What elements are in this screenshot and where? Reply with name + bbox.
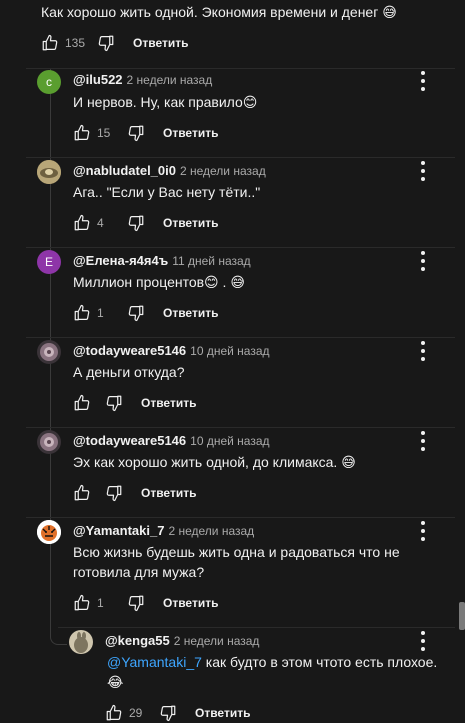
reply-button[interactable]: Ответить [133,36,188,50]
comment-text: И нервов. Ну, как правило😊 [73,94,258,110]
divider [26,68,455,69]
thumb-down-icon[interactable] [159,704,177,722]
divider [26,517,455,518]
like-count: 15 [97,126,111,140]
comment-author[interactable]: @ilu522 [73,72,123,87]
comment-actions: Ответить [73,483,196,503]
comment-time[interactable]: 10 дней назад [190,344,269,358]
thumb-down-icon[interactable] [127,124,145,142]
comment-time[interactable]: 11 дней назад [172,254,250,268]
comment-text-line-1: Всю жизнь будешь жить одна и радоваться … [73,544,400,560]
more-vertical-icon[interactable] [420,250,426,272]
reply-button[interactable]: Ответить [163,126,218,140]
thumb-down-icon[interactable] [127,214,145,232]
reply-button[interactable]: Ответить [195,706,250,720]
comment-author[interactable]: @Yamantaki_7 [73,523,164,538]
more-vertical-icon[interactable] [420,340,426,362]
like-count: 135 [65,36,86,50]
thumb-up-icon[interactable] [105,704,123,722]
avatar[interactable] [37,520,61,544]
scrollbar-thumb[interactable] [459,602,465,630]
comment-time[interactable]: 2 недели назад [180,164,266,178]
thumb-down-icon[interactable] [97,34,115,52]
comment-header: @nabludatel_0i0 2 недели назад [73,163,266,178]
thumb-up-icon[interactable] [73,394,91,412]
mention-link[interactable]: @Yamantaki_7 [107,654,202,670]
reply-button[interactable]: Ответить [163,596,218,610]
comment-text: Ага.. "Если у Вас нету тёти.." [73,184,261,200]
comment-header: @ilu522 2 недели назад [73,72,212,87]
reply-button[interactable]: Ответить [163,216,218,230]
avatar[interactable]: E [37,250,61,274]
more-vertical-icon[interactable] [420,70,426,92]
comment-actions: Ответить [73,393,196,413]
comment-text: Как хорошо жить одной. Экономия времени … [41,4,397,20]
divider [26,247,455,248]
comment-author[interactable]: @kenga55 [105,633,170,648]
comment-time[interactable]: 2 недели назад [168,524,254,538]
reply-button[interactable]: Ответить [163,306,218,320]
comment-author[interactable]: @Елена-я4я4ъ [73,253,168,268]
comment-author[interactable]: @nabludatel_0i0 [73,163,176,178]
comment-author[interactable]: @todayweare5146 [73,343,186,358]
comment-text-rest: как будто в этом чтото есть плохое. [201,654,438,670]
like-count: 1 [97,306,104,320]
avatar[interactable] [37,340,61,364]
thumb-up-icon[interactable] [73,594,91,612]
avatar[interactable] [69,630,93,654]
reply-connector [50,628,67,645]
comment-text: А деньги откуда? [73,364,185,380]
comment-text: @Yamantaki_7 как будто в этом чтото есть… [107,654,437,670]
thumb-down-icon[interactable] [105,484,123,502]
comment-header: @kenga55 2 недели назад [105,633,259,648]
comment-text-line-2: готовила для мужа? [73,564,205,580]
reply-button[interactable]: Ответить [141,486,196,500]
comment-header: @Yamantaki_7 2 недели назад [73,523,254,538]
comment-time[interactable]: 2 недели назад [174,634,260,648]
avatar[interactable] [37,430,61,454]
comment-actions: 15 Ответить [73,123,218,143]
comment-actions: 1 Ответить [73,303,218,323]
comment-text: Миллион процентов😊 . 😅 [73,274,245,290]
comment-actions: 135 Ответить [41,33,188,53]
comment-actions: 4 Ответить [73,213,218,233]
thumb-down-icon[interactable] [127,304,145,322]
divider [26,427,455,428]
thumb-up-icon[interactable] [73,214,91,232]
comment-header: @todayweare5146 10 дней назад [73,433,270,448]
comment-actions: 1 Ответить [73,593,218,613]
avatar[interactable]: c [37,70,61,94]
divider [58,627,455,628]
comment-text-line-2: 😂 [107,674,124,690]
reply-button[interactable]: Ответить [141,396,196,410]
thumb-up-icon[interactable] [73,304,91,322]
more-vertical-icon[interactable] [420,430,426,452]
comment-time[interactable]: 2 недели назад [127,73,213,87]
comment-actions: 29 Ответить [105,703,250,723]
more-vertical-icon[interactable] [420,160,426,182]
divider [26,157,455,158]
thumb-up-icon[interactable] [73,124,91,142]
comment-header: @todayweare5146 10 дней назад [73,343,270,358]
more-vertical-icon[interactable] [420,630,426,652]
avatar[interactable] [37,160,61,184]
divider [26,337,455,338]
more-vertical-icon[interactable] [420,520,426,542]
thumb-up-icon[interactable] [41,34,59,52]
like-count: 1 [97,596,104,610]
comment-author[interactable]: @todayweare5146 [73,433,186,448]
comment-text: Эх как хорошо жить одной, до климакса. 😅 [73,454,356,470]
like-count: 29 [129,706,143,720]
thumb-up-icon[interactable] [73,484,91,502]
thumb-down-icon[interactable] [105,394,123,412]
comment-time[interactable]: 10 дней назад [190,434,269,448]
like-count: 4 [97,216,104,230]
thumb-down-icon[interactable] [127,594,145,612]
comment-header: @Елена-я4я4ъ 11 дней назад [73,253,251,268]
